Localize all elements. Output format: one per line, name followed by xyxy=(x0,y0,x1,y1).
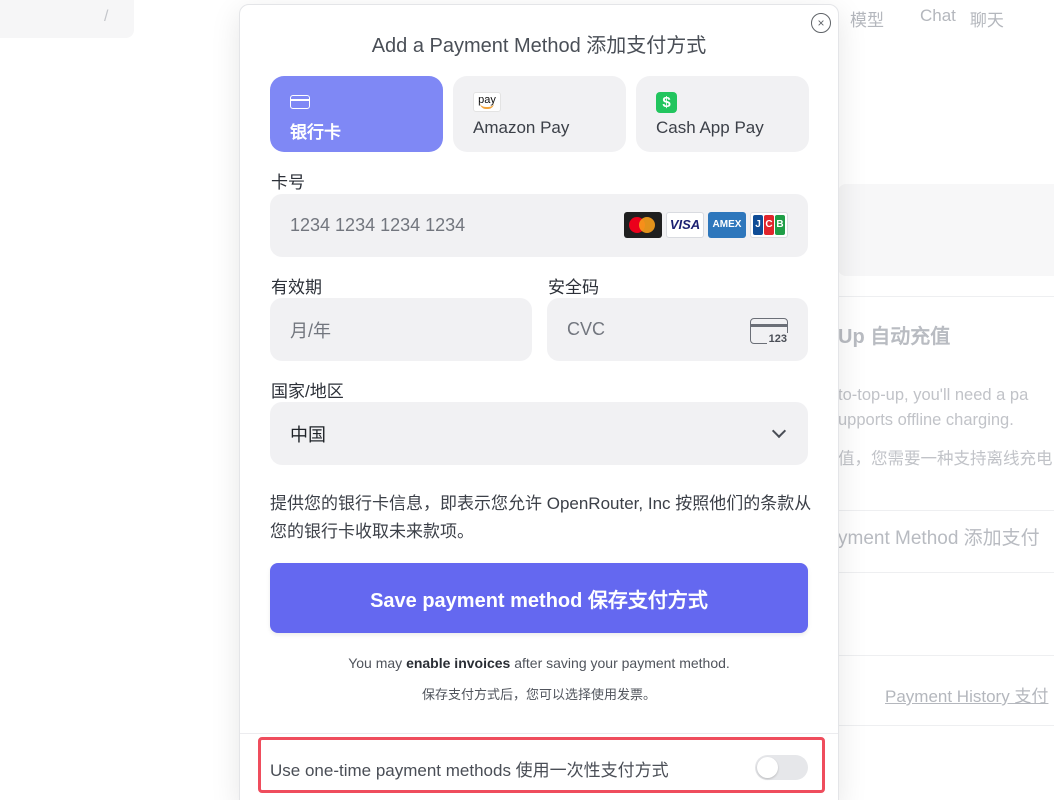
visa-icon: VISA xyxy=(666,212,704,238)
enable-invoices-text: enable invoices xyxy=(406,655,511,671)
divider xyxy=(838,572,1054,573)
card-number-input[interactable]: 1234 1234 1234 1234 VISA AMEX J C B xyxy=(270,194,808,257)
breadcrumb-separator: / xyxy=(104,8,109,25)
divider xyxy=(838,296,1054,297)
cvc-label: 安全码 xyxy=(548,278,599,297)
expiry-label: 有效期 xyxy=(271,278,322,297)
country-value: 中国 xyxy=(290,424,326,445)
nav-item-chat-label-cn: 聊天 xyxy=(969,11,1004,30)
cvc-input[interactable]: CVC 123 xyxy=(547,298,808,361)
jcb-icon: J C B xyxy=(750,212,788,238)
card-number-placeholder: 1234 1234 1234 1234 xyxy=(290,215,466,235)
modal-title: Add a Payment Method 添加支付方式 xyxy=(371,35,707,57)
nav-item-chat-label: Chat xyxy=(920,6,956,25)
divider xyxy=(838,655,1054,656)
auto-topup-title: Up 自动充值 xyxy=(838,326,951,348)
card-brands: VISA AMEX J C B xyxy=(624,212,788,238)
cvc-placeholder: CVC xyxy=(567,319,606,339)
tab-bank-card[interactable]: 银行卡 xyxy=(270,76,443,152)
terms-text: 提供您的银行卡信息，即表示您允许 OpenRouter, Inc 按照他们的条款… xyxy=(270,494,812,541)
invoice-note-cn: 保存支付方式后，您可以选择使用发票。 xyxy=(421,687,656,702)
country-label: 国家/地区 xyxy=(271,382,344,401)
cash-app-icon: $ xyxy=(656,91,677,113)
background-card xyxy=(838,184,1054,276)
auto-topup-description-2: upports offline charging. xyxy=(838,411,1014,429)
amex-icon: AMEX xyxy=(708,212,746,238)
top-nav: 模型 Chat 聊天 xyxy=(850,6,1004,31)
tab-label: Cash App Pay xyxy=(656,118,764,137)
one-time-payment-label: Use one-time payment methods 使用一次性支付方式 xyxy=(270,761,669,780)
amazon-pay-icon: pay xyxy=(473,92,501,112)
payment-history-link[interactable]: Payment History 支付 xyxy=(885,682,1048,707)
nav-item-models[interactable]: 模型 xyxy=(850,6,884,31)
toggle-knob xyxy=(757,757,778,778)
expiry-input[interactable]: 月/年 xyxy=(270,298,532,361)
tab-label: Amazon Pay xyxy=(473,118,570,137)
divider xyxy=(838,725,1054,726)
cvc-card-icon: 123 xyxy=(750,318,789,345)
invoice-note: You may enable invoices after saving you… xyxy=(348,655,730,671)
auto-topup-description-cn: 值，您需要一种支持离线充电 xyxy=(838,450,1053,468)
country-select[interactable]: 中国 xyxy=(270,402,808,465)
add-payment-method-button-bg[interactable]: yment Method 添加支付 xyxy=(838,523,1040,550)
one-time-payment-toggle[interactable] xyxy=(755,755,808,780)
breadcrumb: / xyxy=(0,0,134,38)
tab-amazon-pay[interactable]: pay Amazon Pay xyxy=(453,76,626,152)
expiry-placeholder: 月/年 xyxy=(290,320,332,341)
divider xyxy=(838,510,1054,511)
chevron-down-icon xyxy=(771,423,787,439)
payment-type-tabs: 银行卡 pay Amazon Pay $ Cash App Pay xyxy=(270,76,809,152)
divider xyxy=(240,733,838,734)
add-payment-method-modal: × Add a Payment Method 添加支付方式 银行卡 pay Am… xyxy=(239,4,839,800)
card-number-label: 卡号 xyxy=(271,173,305,192)
card-icon xyxy=(290,95,310,109)
nav-item-chat[interactable]: Chat 聊天 xyxy=(920,6,1004,31)
save-payment-method-button[interactable]: Save payment method 保存支付方式 xyxy=(270,563,808,633)
tab-cash-app-pay[interactable]: $ Cash App Pay xyxy=(636,76,809,152)
tab-label: 银行卡 xyxy=(290,123,341,142)
auto-topup-description: to-top-up, you'll need a pa xyxy=(838,386,1029,404)
mastercard-icon xyxy=(624,212,662,238)
